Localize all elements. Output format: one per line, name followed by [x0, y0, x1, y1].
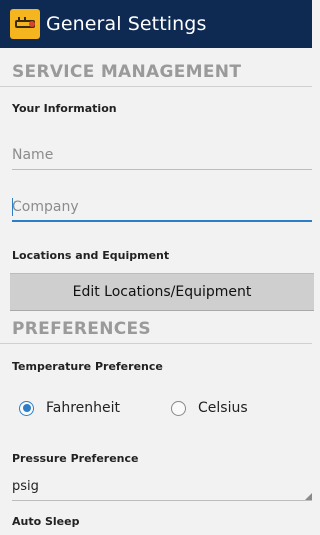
section-header-service-management: SERVICE MANAGEMENT [12, 62, 242, 82]
radio-checked-icon[interactable] [19, 400, 34, 416]
locations-equipment-label: Locations and Equipment [12, 249, 170, 262]
name-field[interactable] [12, 140, 312, 170]
pressure-preference-label: Pressure Preference [12, 452, 139, 465]
action-bar: General Settings [0, 0, 312, 48]
company-field-underline [12, 220, 312, 222]
company-field[interactable] [12, 192, 312, 222]
app-icon[interactable] [10, 9, 40, 39]
auto-sleep-label: Auto Sleep [12, 515, 80, 528]
temperature-preference-label: Temperature Preference [12, 360, 163, 373]
celsius-label[interactable]: Celsius [198, 400, 248, 416]
pressure-value: psig [12, 479, 39, 494]
app-title: General Settings [46, 13, 207, 35]
pressure-spinner[interactable]: psig [12, 477, 312, 501]
radio-fahrenheit[interactable]: Fahrenheit [19, 400, 120, 416]
section-divider [0, 343, 312, 344]
company-input[interactable] [12, 192, 312, 222]
temperature-radio-group: Fahrenheit Celsius [19, 400, 312, 424]
edit-locations-equipment-button[interactable]: Edit Locations/Equipment [10, 273, 314, 311]
radio-unchecked-icon[interactable] [171, 400, 186, 416]
your-information-label: Your Information [12, 102, 117, 115]
radio-celsius[interactable]: Celsius [171, 400, 248, 416]
spinner-corner-icon [305, 493, 312, 500]
fahrenheit-label[interactable]: Fahrenheit [46, 400, 120, 416]
text-cursor [12, 198, 13, 216]
radio-dot [22, 404, 31, 412]
section-header-preferences: PREFERENCES [12, 319, 151, 339]
section-divider [0, 86, 312, 87]
spinner-underline [12, 500, 312, 501]
name-field-underline [12, 169, 312, 170]
name-input[interactable] [12, 140, 312, 170]
thermometer-icon [15, 17, 35, 28]
